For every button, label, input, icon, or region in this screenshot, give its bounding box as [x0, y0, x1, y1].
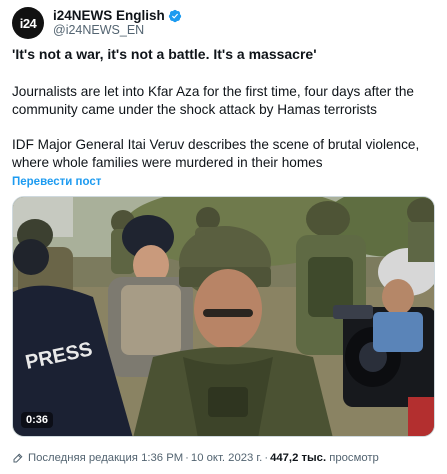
views-label: просмотр — [329, 452, 379, 464]
video-frame-image: PRESS — [13, 197, 434, 436]
verified-badge-icon[interactable] — [168, 9, 182, 23]
post: i24 i24NEWS English @i24NEWS_EN 'It's no… — [0, 0, 447, 474]
post-header: i24 i24NEWS English @i24NEWS_EN — [12, 6, 182, 40]
account-handle[interactable]: @i24NEWS_EN — [53, 23, 182, 38]
footer-separator-1: · — [185, 452, 189, 464]
post-headline: 'It's not a war, it's not a battle. It's… — [12, 46, 317, 62]
video-player[interactable]: PRESS 0:36 — [12, 196, 435, 437]
post-paragraph-2: IDF Major General Itai Veruv describes t… — [12, 137, 420, 170]
post-date[interactable]: 10 окт. 2023 г. — [191, 452, 262, 464]
pencil-edit-icon — [12, 452, 24, 464]
author-names: i24NEWS English @i24NEWS_EN — [53, 8, 182, 38]
translate-post-link[interactable]: Перевести пост — [12, 176, 101, 188]
post-footer: Последняя редакция 1:36 PM · 10 окт. 202… — [12, 450, 379, 466]
post-time[interactable]: 1:36 PM — [141, 452, 183, 464]
avatar[interactable]: i24 — [12, 7, 44, 39]
views-count: 447,2 тыс. — [270, 452, 327, 464]
video-duration: 0:36 — [21, 412, 54, 428]
footer-separator-2: · — [264, 452, 269, 464]
display-name-row: i24NEWS English — [53, 8, 182, 23]
avatar-logo-text: i24 — [19, 15, 37, 31]
post-paragraph-1: Journalists are let into Kfar Aza for th… — [12, 84, 414, 117]
display-name[interactable]: i24NEWS English — [53, 8, 165, 23]
edited-label[interactable]: Последняя редакция — [28, 452, 138, 464]
